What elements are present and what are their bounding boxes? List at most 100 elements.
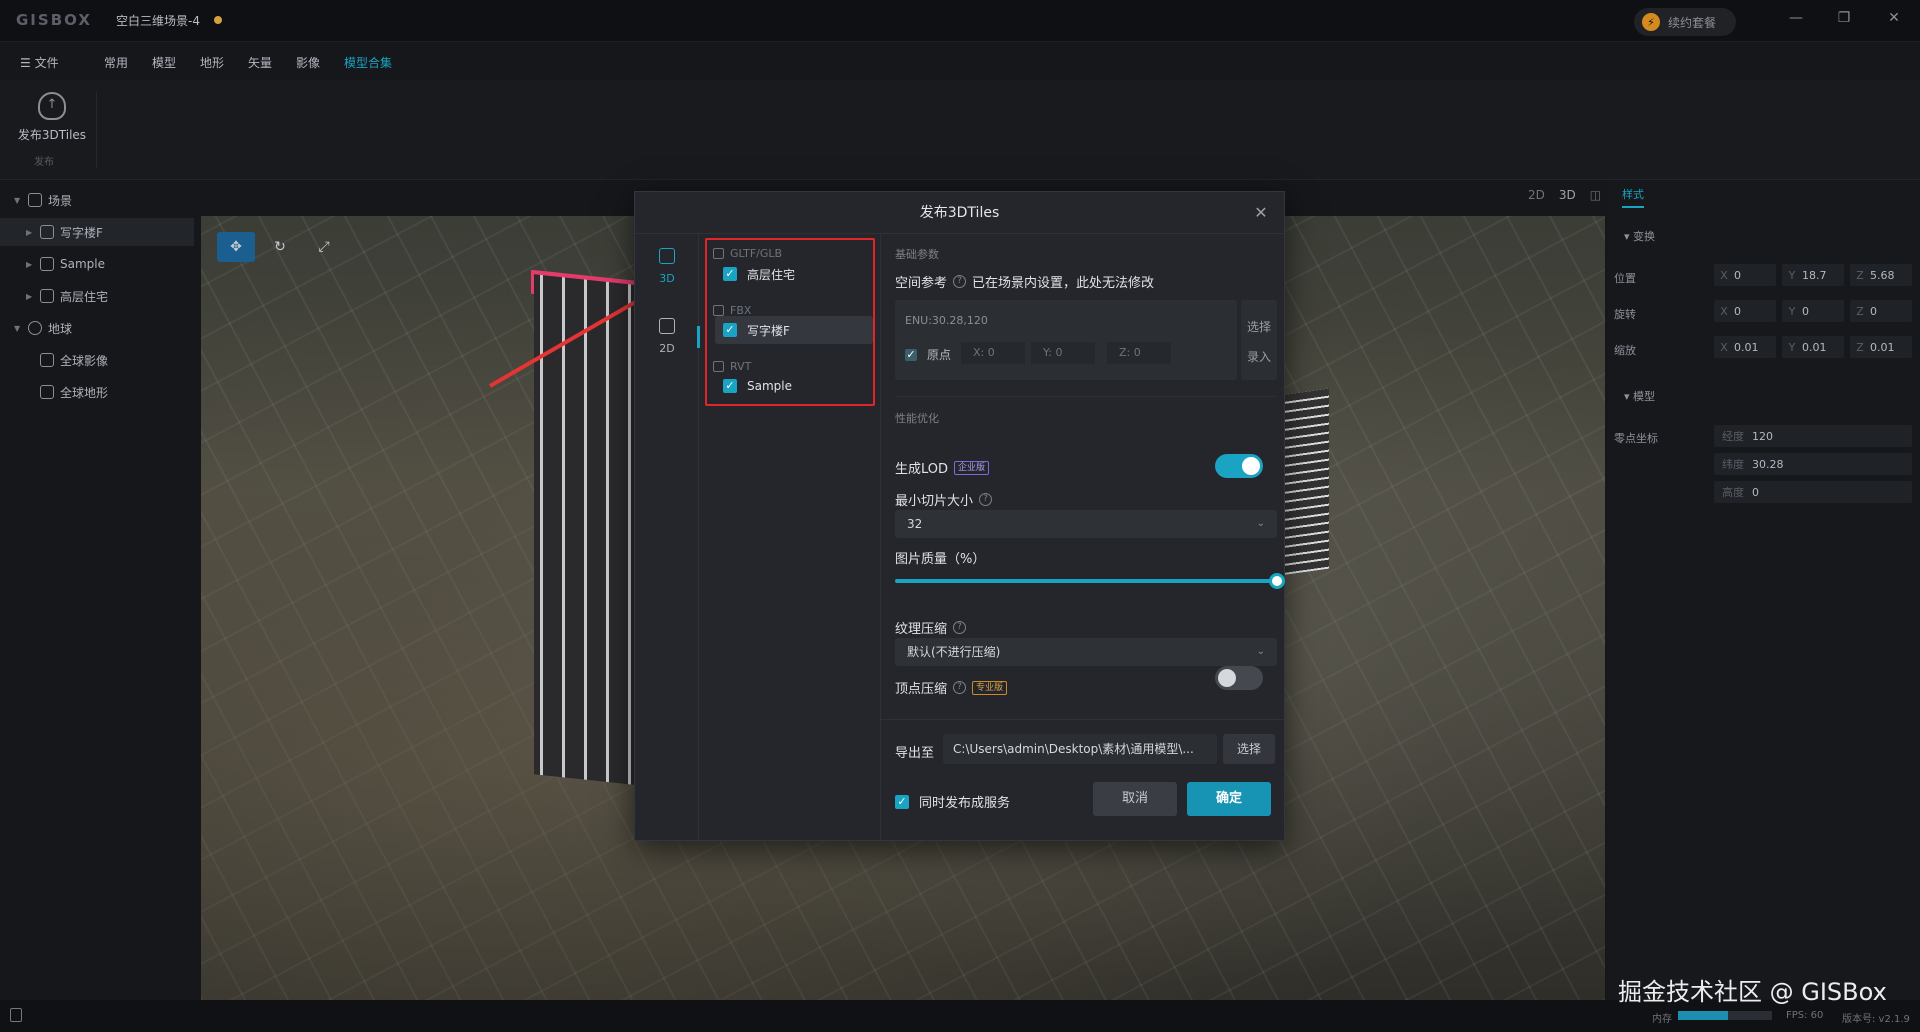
- chevron-down-icon: ⌄: [1256, 518, 1265, 529]
- scale-z-field[interactable]: Z 0.01: [1850, 336, 1912, 358]
- min-tile-select[interactable]: 32 ⌄: [895, 510, 1277, 538]
- help-icon: ?: [979, 493, 993, 506]
- chevron-right-icon: ▶: [26, 259, 33, 269]
- help-icon: ?: [953, 681, 967, 694]
- spatial-reference-box: [895, 300, 1237, 380]
- origin-checkbox[interactable]: ✓ 原点: [905, 346, 951, 363]
- image-quality-slider[interactable]: [895, 579, 1277, 583]
- tree-item-sample[interactable]: ▶ Sample: [0, 250, 194, 278]
- rotation-z-field[interactable]: Z0: [1850, 300, 1912, 322]
- close-window-icon[interactable]: ✕: [1882, 10, 1906, 30]
- cube-icon: [40, 225, 54, 239]
- publish-3dtiles-dialog: 发布3DTiles ✕ 3D 2D GLTF/GLB ✓ 高层住宅 FBX ✓ 写字…: [634, 191, 1285, 841]
- split-view-icon[interactable]: ◫: [1590, 188, 1601, 202]
- rotate-tool-icon[interactable]: ↻: [261, 232, 299, 262]
- view-3d-button[interactable]: 3D: [1559, 188, 1576, 202]
- cancel-button[interactable]: 取消: [1093, 782, 1177, 816]
- help-icon: ?: [953, 275, 967, 288]
- rotation-x-field[interactable]: X0: [1714, 300, 1776, 322]
- image-icon: [659, 318, 675, 334]
- rotation-y-field[interactable]: Y0: [1782, 300, 1844, 322]
- scene-title[interactable]: 空白三维场景-4: [116, 12, 200, 29]
- scene-tree: ▼ 场景 ▶ 写字楼F ▶ Sample ▶ 高层住宅 ▼ 地球 全球影像 全球地形: [0, 180, 198, 1000]
- menu-model-collection[interactable]: 模型合集: [344, 54, 392, 71]
- divider: [895, 396, 1275, 397]
- origin-z-field: Z: 0: [1107, 342, 1171, 364]
- move-tool-icon[interactable]: ✥: [217, 232, 255, 262]
- cube-icon: [713, 361, 724, 372]
- ribbon-group-label: 发布: [34, 157, 54, 168]
- menu-common[interactable]: 常用: [104, 54, 128, 71]
- scale-label: 缩放: [1614, 344, 1636, 357]
- globe-icon: [28, 321, 42, 335]
- tree-item-global-imagery[interactable]: 全球影像: [0, 346, 194, 374]
- model-item-office[interactable]: ✓ 写字楼F: [715, 316, 873, 344]
- highrise-building-model[interactable]: [1281, 388, 1329, 576]
- tree-item-global-terrain[interactable]: 全球地形: [0, 378, 194, 406]
- version-label: 版本号: v2.1.9: [1842, 1014, 1910, 1025]
- position-x-field[interactable]: X0: [1714, 264, 1776, 286]
- mountain-icon: [40, 385, 54, 399]
- log-icon[interactable]: [10, 1008, 22, 1022]
- tree-item-highrise[interactable]: ▶ 高层住宅: [0, 282, 194, 310]
- min-tile-label: 最小切片大小?: [895, 490, 993, 509]
- pro-badge: 专业版: [972, 680, 1008, 695]
- section-model[interactable]: ▾ 模型: [1624, 388, 1655, 404]
- close-icon[interactable]: ✕: [1252, 204, 1270, 222]
- performance-heading: 性能优化: [895, 412, 939, 425]
- slider-handle[interactable]: [1269, 573, 1285, 589]
- unsaved-indicator: [214, 16, 222, 24]
- publish-service-checkbox[interactable]: ✓ 同时发布成服务: [895, 792, 1010, 811]
- menu-vector[interactable]: 矢量: [248, 54, 272, 71]
- vertex-compression-toggle[interactable]: [1215, 666, 1263, 690]
- cube-icon: [40, 257, 54, 271]
- renew-label: 续约套餐: [1668, 15, 1717, 30]
- model-item-sample[interactable]: ✓ Sample: [715, 372, 873, 400]
- export-path-field[interactable]: C:\Users\admin\Desktop\素材\通用模型\...: [943, 734, 1217, 764]
- position-y-field[interactable]: Y 18.7: [1782, 264, 1844, 286]
- minimize-icon[interactable]: —: [1784, 10, 1808, 30]
- texture-compression-label: 纹理压缩?: [895, 618, 967, 637]
- memory-label: 内存: [1652, 1014, 1672, 1025]
- position-z-field[interactable]: Z 5.68: [1850, 264, 1912, 286]
- pick-enter-button[interactable]: 选择 录入: [1241, 300, 1277, 380]
- scale-tool-icon[interactable]: ⤢: [305, 232, 343, 262]
- mode-3d-button[interactable]: 3D: [635, 240, 699, 302]
- origin-x-field: X: 0: [961, 342, 1025, 364]
- height-field[interactable]: 高度 0: [1714, 481, 1912, 503]
- tree-node-earth[interactable]: ▼ 地球: [0, 314, 194, 342]
- texture-compression-select[interactable]: 默认(不进行压缩) ⌄: [895, 638, 1277, 666]
- checkbox-checked: ✓: [723, 267, 737, 281]
- view-2d-button[interactable]: 2D: [1528, 188, 1545, 202]
- menu-terrain[interactable]: 地形: [200, 54, 224, 71]
- checkbox-checked: ✓: [723, 323, 737, 337]
- restore-icon[interactable]: ❐: [1832, 10, 1856, 30]
- basic-params-heading: 基础参数: [895, 248, 939, 261]
- origin-y-field: Y: 0: [1031, 342, 1095, 364]
- tab-style[interactable]: 样式: [1622, 186, 1644, 208]
- tree-item-office[interactable]: ▶ 写字楼F: [0, 218, 194, 246]
- scale-x-field[interactable]: X 0.01: [1714, 336, 1776, 358]
- tree-node-scene[interactable]: ▼ 场景: [0, 186, 194, 214]
- hamburger-icon: ☰: [20, 56, 35, 70]
- watermark: 掘金技术社区 @ GISBox: [1618, 978, 1887, 1006]
- latitude-field[interactable]: 纬度 30.28: [1714, 453, 1912, 475]
- chevron-right-icon: ▶: [26, 291, 33, 301]
- cube-icon: [713, 305, 724, 316]
- renew-button[interactable]: ⚡ 续约套餐: [1634, 8, 1736, 36]
- upload-cloud-icon: ↑: [38, 92, 66, 120]
- model-item-highrise[interactable]: ✓ 高层住宅: [715, 260, 873, 288]
- checkbox-checked: ✓: [723, 379, 737, 393]
- confirm-button[interactable]: 确定: [1187, 782, 1271, 816]
- mode-2d-button[interactable]: 2D: [635, 310, 699, 372]
- export-select-button[interactable]: 选择: [1223, 734, 1275, 764]
- cube-icon: [713, 248, 724, 259]
- app-logo: GISBOX: [16, 11, 92, 29]
- lod-toggle[interactable]: [1215, 454, 1263, 478]
- menu-model[interactable]: 模型: [152, 54, 176, 71]
- longitude-field[interactable]: 经度 120: [1714, 425, 1912, 447]
- menu-file[interactable]: ☰ 文件: [20, 54, 59, 71]
- menu-imagery[interactable]: 影像: [296, 54, 320, 71]
- section-transform[interactable]: ▾ 变换: [1624, 228, 1655, 244]
- scale-y-field[interactable]: Y 0.01: [1782, 336, 1844, 358]
